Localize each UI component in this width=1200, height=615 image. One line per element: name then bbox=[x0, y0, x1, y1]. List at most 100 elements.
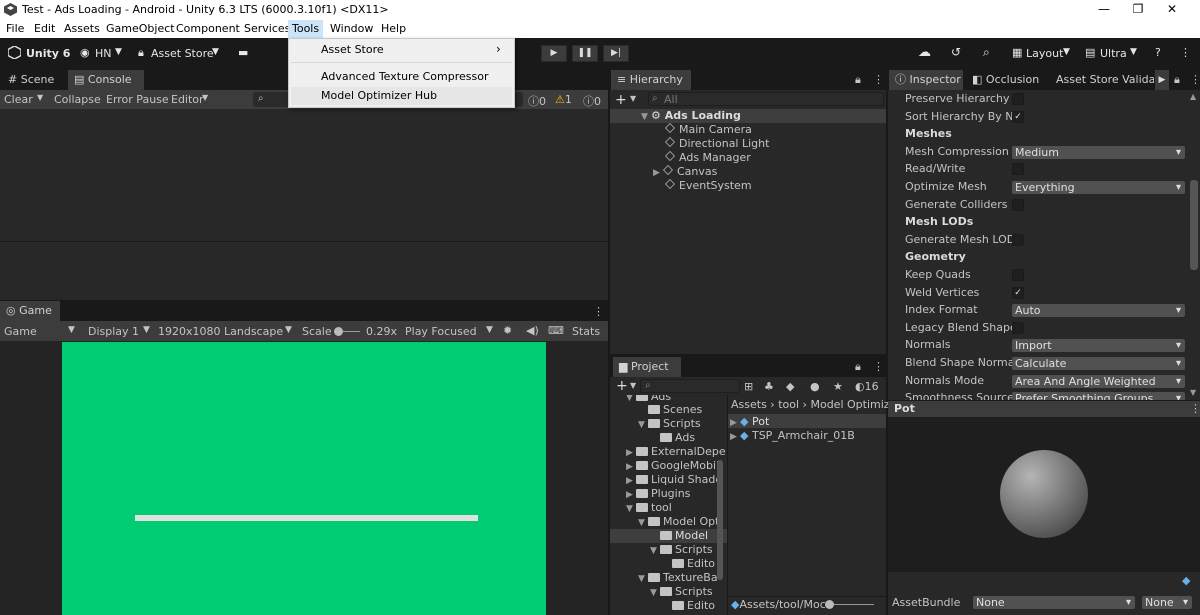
history-icon[interactable]: ↺ bbox=[951, 45, 961, 59]
resolution-dropdown[interactable]: 1920x1080 Landscape bbox=[158, 325, 283, 338]
pause-button[interactable]: ❚❚ bbox=[572, 45, 598, 62]
tab-game[interactable]: ◎ Game bbox=[0, 301, 60, 321]
tree-item[interactable]: ▼ Scripts bbox=[638, 417, 701, 430]
menu-window[interactable]: Window bbox=[330, 22, 373, 35]
create-asset-button[interactable]: + bbox=[616, 378, 628, 394]
assetbundle-variant-dropdown[interactable]: None bbox=[1142, 596, 1192, 609]
tab-occlusion[interactable]: ◧ Occlusion bbox=[966, 70, 1046, 90]
tree-item[interactable]: Ads bbox=[650, 431, 695, 444]
tree-item[interactable]: ▼ Model Opt bbox=[638, 515, 719, 528]
keyboard-icon[interactable]: ⌨ bbox=[548, 324, 564, 337]
tree-item[interactable]: ▼ tool bbox=[626, 501, 672, 514]
lock-icon[interactable]: 🔒︎ bbox=[855, 360, 861, 374]
error-pause-button[interactable]: Error Pause bbox=[106, 93, 169, 106]
tree-item[interactable]: ▶ GoogleMobil bbox=[626, 459, 719, 472]
more-options-icon[interactable]: ⋮ bbox=[873, 73, 884, 86]
account-icon[interactable]: ◉ bbox=[80, 46, 90, 59]
favorite-icon[interactable]: ★ bbox=[833, 380, 843, 393]
more-options-icon[interactable]: ⋮ bbox=[1190, 73, 1200, 86]
property-checkbox[interactable] bbox=[1012, 233, 1024, 246]
menu-assets[interactable]: Assets bbox=[64, 22, 100, 35]
error-count[interactable]: ⓘ0 bbox=[583, 93, 601, 109]
property-dropdown[interactable]: Medium bbox=[1012, 145, 1185, 159]
tree-item[interactable]: ▼ Ads bbox=[626, 395, 671, 403]
hierarchy-item[interactable]: EventSystem bbox=[665, 179, 752, 192]
maximize-button[interactable]: ❐ bbox=[1128, 2, 1148, 16]
menu-item-model-optimizer-hub[interactable]: Model Optimizer Hub bbox=[321, 89, 437, 102]
tab-hierarchy[interactable]: ≡ Hierarchy bbox=[611, 70, 691, 90]
file-item[interactable]: ▶ ◆ Pot bbox=[730, 415, 769, 428]
hidden-count[interactable]: ◐16 bbox=[855, 380, 879, 393]
tree-item[interactable]: ▶ Liquid Shade bbox=[626, 473, 722, 486]
lock-icon[interactable]: 🔒︎ bbox=[855, 73, 861, 87]
hierarchy-item[interactable]: Directional Light bbox=[665, 137, 769, 150]
cloud-icon[interactable]: ☁ bbox=[918, 45, 931, 60]
tree-item-selected[interactable]: Model bbox=[650, 529, 708, 542]
clear-button[interactable]: Clear bbox=[4, 93, 33, 106]
property-checkbox[interactable] bbox=[1012, 269, 1024, 281]
scroll-down-icon[interactable]: ▼ bbox=[1190, 388, 1196, 397]
warning-count[interactable]: ⚠1 bbox=[555, 93, 572, 106]
menu-help[interactable]: Help bbox=[381, 22, 406, 35]
log-count[interactable]: ⓘ0 bbox=[528, 93, 546, 109]
menu-item-asset-store[interactable]: Asset Store bbox=[321, 43, 384, 56]
icon-size-slider-track[interactable] bbox=[830, 604, 874, 605]
scroll-up-icon[interactable]: ▲ bbox=[1190, 92, 1196, 101]
label-icon[interactable]: ◆ bbox=[786, 380, 794, 393]
game-mode-dropdown[interactable]: Game bbox=[4, 325, 37, 338]
assetbundle-dropdown[interactable]: None bbox=[973, 596, 1135, 609]
breadcrumb-item[interactable]: tool bbox=[778, 398, 799, 411]
audio-icon[interactable]: ◀) bbox=[526, 324, 539, 337]
tree-item[interactable]: Edito bbox=[662, 557, 715, 570]
lock-icon[interactable]: 🔒︎ bbox=[1174, 73, 1180, 87]
property-checkbox[interactable]: ✓ bbox=[1012, 110, 1024, 123]
menu-gameobject[interactable]: GameObject bbox=[106, 22, 175, 35]
more-options-icon[interactable]: ⋮ bbox=[1180, 46, 1191, 59]
unity-version-button[interactable]: Unity 6 bbox=[26, 47, 70, 60]
tab-project[interactable]: ▆ Project bbox=[613, 357, 681, 377]
hierarchy-item[interactable]: ▶ Canvas bbox=[653, 165, 717, 178]
tab-inspector[interactable]: ⓘ Inspector bbox=[889, 70, 963, 90]
bug-icon[interactable]: ✹ bbox=[503, 324, 512, 337]
search-icon[interactable]: ⌕ bbox=[983, 45, 990, 60]
more-options-icon[interactable]: ⋮ bbox=[1190, 402, 1200, 415]
filter-icon[interactable]: ♣ bbox=[764, 380, 774, 393]
menu-component[interactable]: Component bbox=[176, 22, 240, 35]
step-button[interactable]: ▶| bbox=[603, 45, 629, 62]
asset-label-icon[interactable]: ◆ bbox=[1182, 574, 1190, 587]
tree-scrollbar[interactable] bbox=[717, 460, 723, 580]
editor-dropdown[interactable]: Editor bbox=[171, 93, 204, 106]
tree-item[interactable]: Scenes bbox=[638, 403, 702, 416]
breadcrumb-item[interactable]: Model Optimiz bbox=[810, 398, 889, 411]
tree-item[interactable]: ▼ Scripts bbox=[650, 543, 713, 556]
project-search-input[interactable] bbox=[640, 379, 740, 393]
tree-item[interactable]: ▼ Scripts bbox=[650, 585, 713, 598]
more-options-icon[interactable]: ⋮ bbox=[873, 360, 884, 373]
tree-item[interactable]: ▼ TextureBa bbox=[638, 571, 718, 584]
tree-item[interactable]: Edito bbox=[662, 599, 715, 612]
scale-slider-handle[interactable] bbox=[334, 327, 343, 336]
menu-services[interactable]: Services bbox=[244, 22, 290, 35]
layout-dropdown[interactable]: Layout bbox=[1026, 47, 1063, 60]
hierarchy-item[interactable]: Ads Manager bbox=[665, 151, 751, 164]
icon-size-slider-handle[interactable] bbox=[825, 600, 834, 609]
property-checkbox[interactable] bbox=[1012, 321, 1024, 334]
hierarchy-item[interactable]: Main Camera bbox=[665, 123, 752, 136]
menu-item-advanced-texture-compressor[interactable]: Advanced Texture Compressor bbox=[321, 70, 488, 83]
menu-tools[interactable]: Tools bbox=[288, 20, 324, 38]
property-dropdown[interactable]: Calculate bbox=[1012, 357, 1185, 370]
tab-scroll-right-button[interactable]: ▶ bbox=[1155, 70, 1169, 90]
file-item[interactable]: ▶ ◆ TSP_Armchair_01B bbox=[730, 429, 855, 442]
property-checkbox[interactable] bbox=[1012, 163, 1024, 176]
account-button[interactable]: HN bbox=[95, 47, 112, 60]
close-window-button[interactable]: ✕ bbox=[1162, 2, 1182, 16]
menu-edit[interactable]: Edit bbox=[34, 22, 55, 35]
property-checkbox[interactable] bbox=[1012, 198, 1024, 211]
scene-row[interactable]: ▼ ⚙ Ads Loading bbox=[641, 109, 741, 122]
property-checkbox[interactable]: ✓ bbox=[1012, 286, 1024, 299]
hierarchy-search-input[interactable] bbox=[648, 92, 884, 106]
inspector-scrollbar[interactable] bbox=[1190, 180, 1198, 270]
play-focused-dropdown[interactable]: Play Focused bbox=[405, 325, 477, 338]
collapse-button[interactable]: Collapse bbox=[54, 93, 101, 106]
search-by-type-icon[interactable]: ⊞ bbox=[744, 380, 753, 393]
